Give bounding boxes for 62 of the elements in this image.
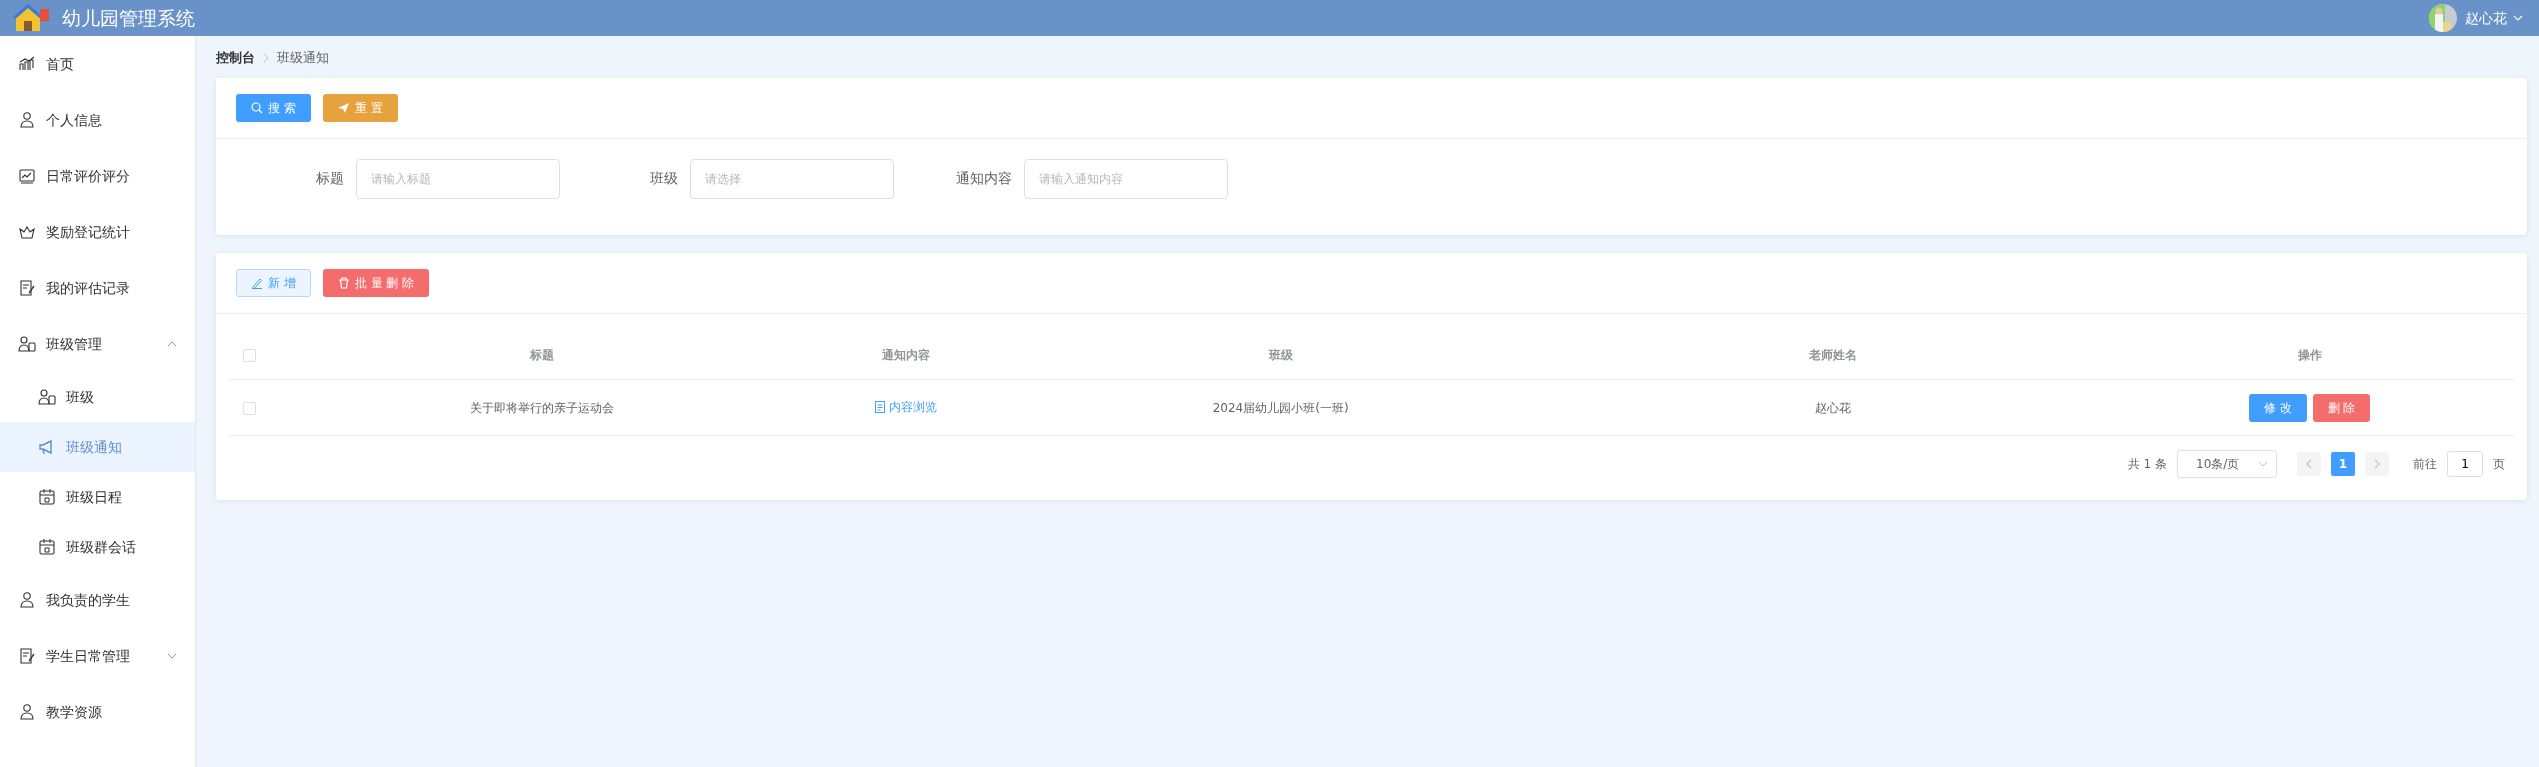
page-suffix-label: 页 [2493,456,2505,473]
chevron-down-icon [167,653,177,659]
trash-icon [337,276,350,289]
input-field[interactable]: 请输入标题 [356,158,560,199]
select-all-checkbox[interactable] [243,349,257,363]
sidebar-item[interactable]: 奖励登记统计 [0,204,195,260]
calendar-icon [38,488,56,506]
sidebar-item[interactable]: 学生日常管理 [0,628,195,684]
column-header: 标题 [530,348,555,363]
sidebar-item[interactable]: 教学资源 [0,684,195,740]
table-cell: 2024届幼儿园小班(一班) [1212,400,1349,415]
chevron-left-icon [2306,459,2312,469]
sidebar-item[interactable]: 日常评价评分 [0,148,195,204]
person-icon [18,591,36,609]
sidebar-item[interactable]: 班级群会话 [0,522,195,572]
total-count: 共 1 条 [2127,456,2167,473]
column-header: 通知内容 [882,348,931,363]
document-icon [875,400,886,413]
page-size-select[interactable]: 10条/页 [2177,450,2277,478]
send-icon [337,101,350,114]
chevron-right-icon [2374,459,2380,469]
breadcrumb-item: 班级通知 [277,49,329,67]
people-icon [38,388,56,406]
next-page-button[interactable] [2365,452,2389,476]
field-label: 通知内容 [956,169,1012,188]
row-checkbox[interactable] [243,401,257,415]
goto-label: 前往 [2413,456,2437,473]
page-number-field[interactable]: 1 [2447,451,2483,477]
app-title: 幼儿园管理系统 [62,5,195,31]
sidebar-item[interactable]: 我负责的学生 [0,572,195,628]
field-label: 标题 [316,169,344,188]
sidebar-item[interactable]: 首页 [0,36,195,92]
note-icon [18,279,36,297]
column-header: 老师姓名 [1809,348,1858,363]
breadcrumb-separator-icon [263,52,269,63]
table-cell: 赵心花 [1815,400,1852,415]
sidebar-item[interactable]: 班级日程 [0,472,195,522]
previous-page-button[interactable] [2297,452,2321,476]
column-header: 班级 [1268,348,1293,363]
chart-board-icon [18,167,36,185]
people-icon [18,335,36,353]
column-header: 操作 [2297,348,2322,363]
breadcrumb-item[interactable]: 控制台 [216,48,255,68]
sidebar-item[interactable]: 班级管理 [0,316,195,372]
sidebar-item[interactable]: 个人信息 [0,92,195,148]
input-field[interactable]: 请输入通知内容 [1024,158,1228,199]
chart-icon [18,55,36,73]
pencil-icon [251,276,263,289]
sidebar-item[interactable]: 我的评估记录 [0,260,195,316]
search-icon [251,101,263,114]
sidebar-item[interactable]: 班级 [0,372,195,422]
person-icon [18,703,36,721]
chevron-down-icon [2258,461,2268,467]
school-logo-icon [14,3,50,33]
chevron-down-icon [2513,15,2523,21]
chevron-up-icon [167,341,177,347]
note-icon [18,647,36,665]
person-icon [18,111,36,129]
table-cell: 关于即将举行的亲子运动会 [470,400,615,415]
calendar-icon [38,538,56,556]
input-field[interactable]: 请选择 [690,158,894,199]
field-label: 班级 [650,169,678,188]
